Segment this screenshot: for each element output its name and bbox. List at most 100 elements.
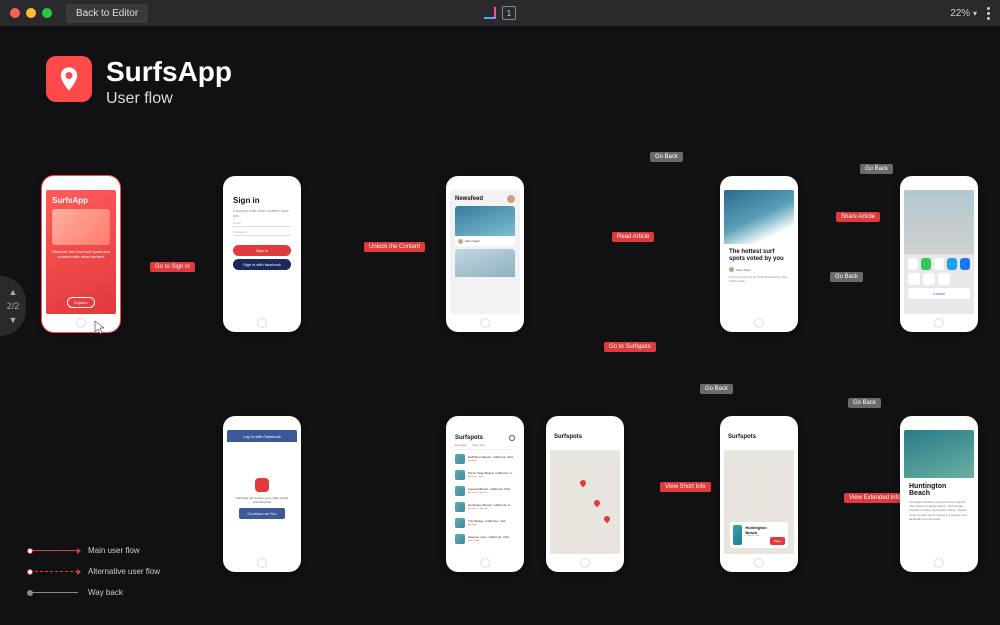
airdrop-icon — [908, 258, 918, 270]
flow-label-signin: Go to Sign in — [150, 262, 195, 272]
fb-header: Log in with Facebook — [227, 430, 297, 442]
screen-surfspots-list[interactable]: Surfspots - List Surfspots List viewMap … — [446, 416, 524, 572]
explore-button: Explore — [67, 297, 95, 308]
spots-title: Surfspots — [554, 434, 616, 440]
welcome-desc: Discover the local surf spots and connec… — [52, 249, 110, 259]
screen-spot-detail[interactable]: Spot - Extended info Huntington Beach Hu… — [900, 416, 978, 572]
surfer-image — [52, 209, 110, 245]
spot-thumb — [733, 525, 742, 545]
cursor-icon — [94, 320, 106, 336]
print-icon — [923, 273, 935, 285]
facebook-icon — [960, 258, 970, 270]
zoom-level[interactable]: 22% ▾ — [950, 8, 977, 19]
author-name: Alton Dean — [736, 268, 751, 272]
home-button-icon — [580, 558, 590, 568]
list-item: Pismo State Beach, California, U...Big w… — [455, 468, 515, 482]
more-icon — [938, 273, 950, 285]
home-button-icon — [257, 558, 267, 568]
page-indicator[interactable]: ▲ 2/2 ▼ — [0, 276, 26, 336]
flow-label-unlock: Unlock the Content — [364, 242, 425, 252]
flow-mode-icon[interactable] — [484, 7, 496, 19]
titlebar: Back to Editor 1 22% ▾ — [0, 0, 1000, 26]
home-button-icon — [934, 318, 944, 328]
signin-sub: Connect with other surfers near you — [233, 208, 291, 218]
twitter-icon — [947, 258, 957, 270]
flow-label-surfspots: Go to Surfspots — [604, 342, 656, 352]
tab-map: Map view — [473, 443, 486, 447]
welcome-title: SurfsApp — [52, 196, 110, 205]
home-button-icon — [257, 318, 267, 328]
list-item: Imperial Beach, California, USABig waves… — [455, 484, 515, 498]
spot-card-title: Huntington Beach — [745, 525, 766, 535]
screen-welcome[interactable]: Welcome screen SurfsApp Discover the loc… — [42, 176, 120, 332]
list-item: Half Moon Beach, California, USABig wave… — [455, 452, 515, 466]
home-button-icon — [934, 558, 944, 568]
project-header: SurfsApp User flow — [46, 56, 232, 108]
author-avatar-icon — [458, 239, 463, 244]
flow-label-share: Share Article — [836, 212, 880, 222]
legend-back: Way back — [88, 588, 123, 597]
map-pin-icon — [593, 499, 601, 507]
article-hero-image — [724, 190, 794, 244]
screen-share[interactable]: Share sheet Cancel — [900, 176, 978, 332]
screen-signin[interactable]: Sign in Sign in Connect with other surfe… — [223, 176, 301, 332]
map-pin-icon — [603, 515, 611, 523]
avatar-icon — [507, 195, 515, 203]
canvas[interactable]: ▲ 2/2 ▼ SurfsApp User flow — [0, 26, 1000, 625]
signin-fb-button: Sign in with facebook — [233, 259, 291, 270]
article-title: The hottest surf spots voted by you — [729, 249, 789, 263]
home-button-icon — [754, 558, 764, 568]
minimize-icon[interactable] — [26, 8, 36, 18]
flow-label-goback-2: Go Back — [860, 164, 893, 174]
article-excerpt: Check out the list for 2018 destinations… — [729, 275, 789, 283]
flow-label-goback-3: Go Back — [830, 272, 863, 282]
flow-label-viewext: View Extended Info — [844, 493, 906, 503]
password-field: Password — [233, 230, 291, 236]
more-menu-icon[interactable] — [987, 7, 990, 20]
flow-label-goback-1: Go Back — [650, 152, 683, 162]
app-logo-icon — [255, 478, 269, 492]
newsfeed-title: Newsfeed — [455, 196, 483, 202]
copy-icon — [908, 273, 920, 285]
feed-image — [455, 206, 515, 236]
mail-icon — [934, 258, 944, 270]
spot-card-sub: California, USA — [745, 535, 766, 537]
close-icon[interactable] — [10, 8, 20, 18]
signin-button: Sign in — [233, 245, 291, 256]
home-button-icon — [76, 318, 86, 328]
app-logo-icon — [46, 56, 92, 102]
mode-toggle[interactable]: 1 — [484, 6, 516, 20]
flow-label-goback-4: Go Back — [848, 398, 881, 408]
screen-spot-card[interactable]: Surfspots Huntington Beach California, U… — [720, 416, 798, 572]
chevron-down-icon: ▾ — [973, 9, 977, 18]
home-button-icon — [480, 558, 490, 568]
legend: Main user flow Alternative user flow Way… — [30, 546, 160, 597]
flow-label-read: Read Article — [612, 232, 654, 242]
page-mode-icon[interactable]: 1 — [502, 6, 516, 20]
flow-label-viewshort: View Short Info — [660, 482, 711, 492]
author-avatar-icon — [729, 267, 734, 272]
maximize-icon[interactable] — [42, 8, 52, 18]
tab-list: List view — [455, 443, 467, 447]
window-controls — [10, 8, 52, 18]
page-up-icon[interactable]: ▲ — [9, 287, 18, 297]
list-item: Huntington Beach, California, U...Big wa… — [455, 500, 515, 514]
feed-image-partial — [455, 249, 515, 277]
list-item: The Wedge, California, USABig waves — [455, 516, 515, 530]
spot-hero-image — [904, 430, 974, 478]
back-to-editor-button[interactable]: Back to Editor — [66, 4, 148, 23]
list-item: Steamer Lane, California, USAReef · Smal… — [455, 532, 515, 546]
map-pin-icon — [579, 479, 587, 487]
home-button-icon — [754, 318, 764, 328]
share-backdrop — [904, 190, 974, 254]
signin-title: Sign in — [233, 196, 291, 205]
search-icon — [509, 435, 515, 441]
screen-surfspots-map[interactable]: Surfspots - Map Surfspots — [546, 416, 624, 572]
project-subtitle: User flow — [106, 90, 232, 108]
messages-icon — [921, 258, 931, 270]
screen-fb-auth[interactable]: Log in with Facebook SurfsApp will recei… — [223, 416, 301, 572]
page-down-icon[interactable]: ▼ — [9, 315, 18, 325]
screen-article[interactable]: Single Article The hottest surf spots vo… — [720, 176, 798, 332]
screen-newsfeed[interactable]: Locked Content Newsfeed Alton Dean — [446, 176, 524, 332]
home-button-icon — [480, 318, 490, 328]
